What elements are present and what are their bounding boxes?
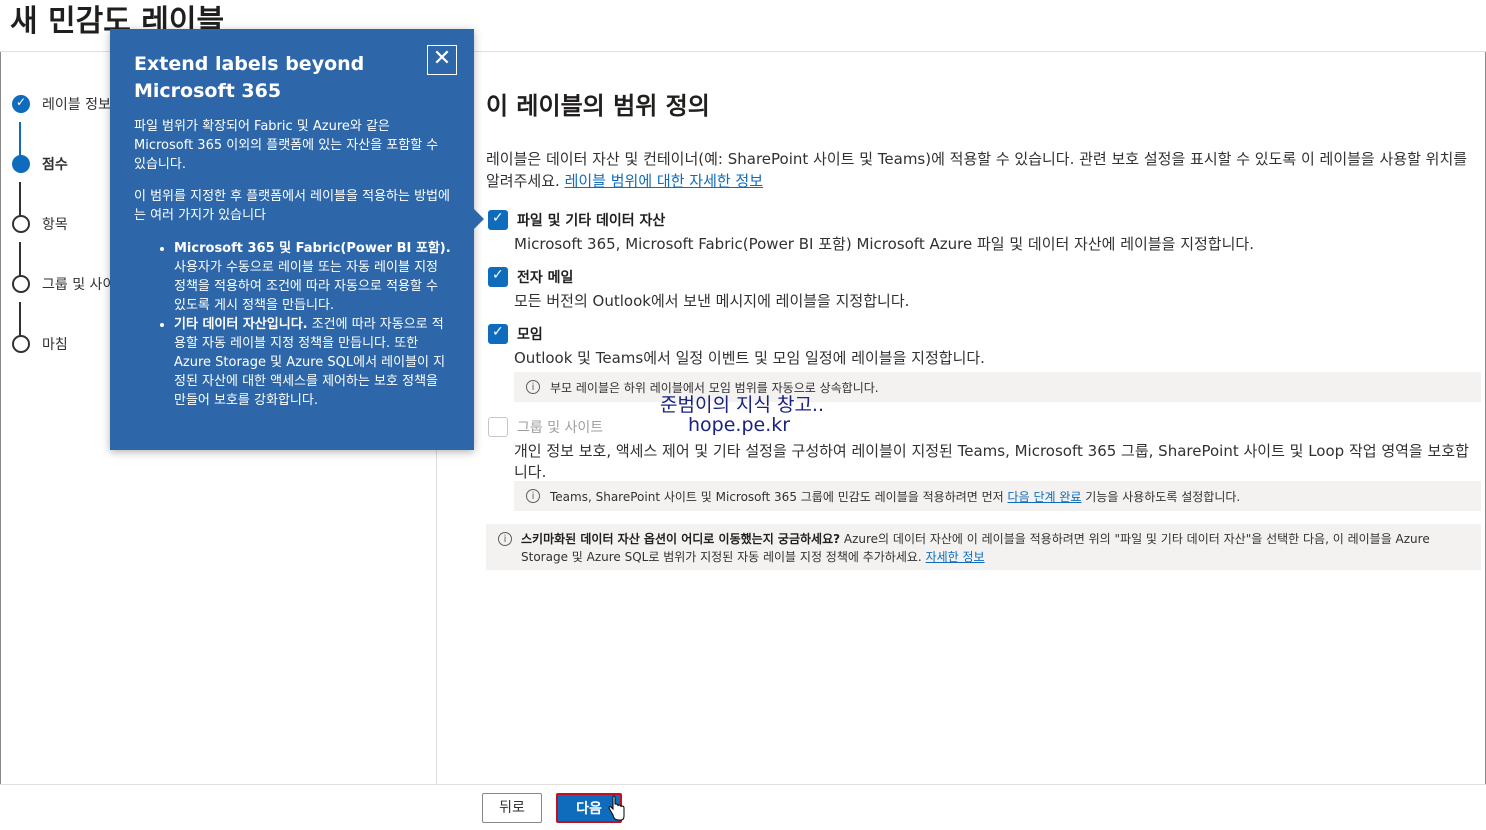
learn-more-link[interactable]: 자세한 정보 — [926, 550, 985, 564]
bubble-list: Microsoft 365 및 Fabric(Power BI 포함). 사용자… — [134, 239, 452, 410]
option-desc: Microsoft 365, Microsoft Fabric(Power BI… — [514, 235, 1254, 253]
step-pending-icon — [12, 335, 30, 353]
step-complete-icon — [12, 95, 30, 113]
step-pending-icon — [12, 275, 30, 293]
email-checkbox[interactable] — [488, 267, 508, 287]
item-bold: Microsoft 365 및 Fabric(Power BI 포함). — [174, 241, 451, 256]
bubble-paragraph: 파일 범위가 확장되어 Fabric 및 Azure와 같은 Microsoft… — [134, 119, 439, 172]
option-name: 그룹 및 사이트 — [517, 420, 604, 436]
info-icon: i — [526, 489, 540, 503]
hand-cursor-icon — [608, 795, 625, 821]
info-text: 스키마화된 데이터 자산 옵션이 어디로 이동했는지 궁금하세요? Azure의… — [521, 530, 1471, 566]
step-current-icon — [12, 155, 30, 173]
files-checkbox[interactable] — [488, 210, 508, 230]
step-label: 레이블 정보 — [42, 97, 111, 113]
item-text: 사용자가 수동으로 레이블 또는 자동 레이블 지정 정책을 적용하여 조건에 … — [174, 260, 438, 313]
info-text-post: 기능을 사용하도록 설정합니다. — [1085, 490, 1241, 504]
info-text: Teams, SharePoint 사이트 및 Microsoft 365 그룹… — [550, 488, 1240, 505]
groups-sites-checkbox[interactable] — [488, 417, 508, 437]
info-icon: i — [526, 380, 540, 394]
scope-learn-more-link[interactable]: 레이블 범위에 대한 자세한 정보 — [565, 172, 763, 190]
back-button[interactable]: 뒤로 — [482, 793, 542, 823]
item-bold: 기타 데이터 자산입니다. — [174, 317, 308, 332]
option-name: 파일 및 기타 데이터 자산 — [517, 213, 666, 229]
complete-next-steps-link[interactable]: 다음 단계 완료 — [1008, 490, 1082, 504]
info-text-pre: Teams, SharePoint 사이트 및 Microsoft 365 그룹… — [550, 490, 1004, 504]
close-icon[interactable]: ✕ — [427, 45, 457, 75]
option-name: 전자 메일 — [517, 270, 574, 286]
watermark-line2: hope.pe.kr — [688, 414, 791, 436]
info-bold: 스키마화된 데이터 자산 옵션이 어디로 이동했는지 궁금하세요? — [521, 532, 841, 546]
schematized-info-bar: i 스키마화된 데이터 자산 옵션이 어디로 이동했는지 궁금하세요? Azur… — [486, 524, 1481, 570]
step-label: 마침 — [42, 337, 68, 353]
step-label: 점수 — [42, 157, 68, 173]
section-heading: 이 레이블의 범위 정의 — [486, 92, 710, 120]
watermark-line1: 준범이의 지식 창고.. — [660, 394, 824, 416]
option-desc: 개인 정보 보호, 액세스 제어 및 기타 설정을 구성하여 레이블이 지정된 … — [514, 442, 1469, 481]
bubble-list-item: Microsoft 365 및 Fabric(Power BI 포함). 사용자… — [174, 239, 452, 315]
option-desc: Outlook 및 Teams에서 일정 이벤트 및 모임 일정에 레이블을 지… — [514, 349, 985, 367]
bubble-paragraph: 이 범위를 지정한 후 플랫폼에서 레이블을 적용하는 방법에는 여러 가지가 … — [134, 189, 450, 223]
option-name: 모임 — [517, 327, 543, 343]
step-label: 항목 — [42, 217, 68, 233]
step-pending-icon — [12, 215, 30, 233]
bubble-list-item: 기타 데이터 자산입니다. 조건에 따라 자동으로 적용할 자동 레이블 지정 … — [174, 315, 452, 410]
intro-text: 레이블은 데이터 자산 및 컨테이너(예: SharePoint 사이트 및 T… — [486, 148, 1481, 192]
meetings-checkbox[interactable] — [488, 324, 508, 344]
teaching-bubble: Extend labels beyond Microsoft 365 ✕ 파일 … — [110, 29, 484, 450]
bubble-title: Extend labels beyond Microsoft 365 — [134, 53, 365, 102]
option-desc: 모든 버전의 Outlook에서 보낸 메시지에 레이블을 지정합니다. — [514, 292, 910, 310]
footer: 뒤로 다음 — [0, 784, 1486, 830]
groups-info-bar: i Teams, SharePoint 사이트 및 Microsoft 365 … — [514, 481, 1481, 511]
info-icon: i — [498, 532, 512, 546]
